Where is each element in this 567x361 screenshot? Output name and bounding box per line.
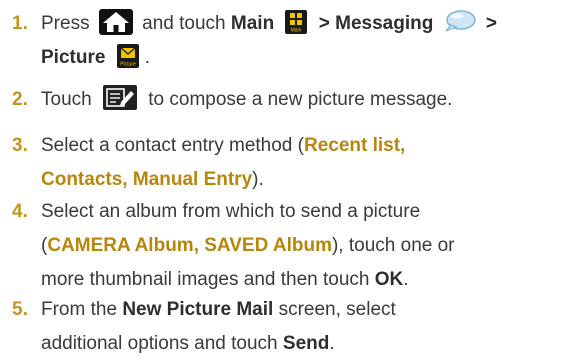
step-3-line-2: Contacts, Manual Entry). (41, 163, 561, 197)
step-1-line-2: Picture Picture . (41, 41, 561, 75)
step-number: 1. (12, 13, 28, 34)
ok-label: OK (374, 269, 404, 290)
gt-separator: > (318, 13, 330, 34)
text: . (329, 333, 335, 354)
text: screen, select (278, 299, 396, 320)
step-text: Select a contact entry method (Recent li… (41, 129, 561, 197)
album-options: CAMERA Album, SAVED Album (47, 235, 332, 256)
picture-mail-icon: Picture (116, 43, 139, 68)
menu-messaging-label: Messaging (335, 13, 434, 34)
text: Press (41, 13, 90, 34)
gt-separator: > (485, 13, 497, 34)
menu-main-label: Main (230, 13, 275, 34)
compose-icon (102, 85, 137, 111)
menu-picture-label: Picture (41, 47, 106, 68)
instruction-list: 1. Press and touch Main Main > Messaging… (0, 0, 567, 360)
text: From the (41, 299, 118, 320)
main-icon-label: Main (291, 27, 302, 33)
home-icon (98, 8, 133, 35)
main-menu-icon: Main (285, 9, 308, 34)
send-label: Send (282, 333, 330, 354)
step-5-line-2: additional options and touch Send. (41, 327, 561, 361)
text: Touch (41, 89, 92, 110)
text: ), touch one or (331, 235, 455, 256)
step-text: Touch to compose a new picture message. (41, 83, 561, 117)
text: more thumbnail images and then touch (41, 269, 370, 290)
screen-name: New Picture Mail (122, 299, 274, 320)
step-text: From the New Picture Mail screen, select… (41, 293, 561, 361)
picture-icon-label: Picture (120, 61, 136, 67)
text: and touch (142, 13, 226, 34)
text: ). (252, 169, 264, 190)
text: . (144, 47, 150, 68)
step-number: 4. (12, 201, 28, 222)
text: . (403, 269, 409, 290)
step-number: 5. (12, 299, 28, 320)
text: to compose a new picture message. (148, 89, 453, 110)
text: Select a contact entry method ( (41, 135, 304, 156)
step-4-line-1: Select an album from which to send a pic… (41, 195, 561, 229)
step-3-line-1: Select a contact entry method (Recent li… (41, 129, 561, 163)
option-contacts-manual: Contacts, Manual Entry (41, 169, 253, 190)
option-recent-list: Recent list, (303, 135, 406, 156)
step-1-line-1: Press and touch Main Main > Messaging > (41, 7, 561, 41)
text: Select an album from which to send a pic… (41, 201, 421, 222)
step-text: Press and touch Main Main > Messaging > … (41, 7, 561, 75)
text: additional options and touch (41, 333, 278, 354)
step-number: 3. (12, 135, 28, 156)
step-4-line-3: more thumbnail images and then touch OK. (41, 263, 561, 297)
step-text: Select an album from which to send a pic… (41, 195, 561, 297)
step-5-line-1: From the New Picture Mail screen, select (41, 293, 561, 327)
step-number: 2. (12, 89, 28, 110)
messaging-bubble-icon (443, 9, 477, 33)
step-4-line-2: (CAMERA Album, SAVED Album), touch one o… (41, 229, 561, 263)
